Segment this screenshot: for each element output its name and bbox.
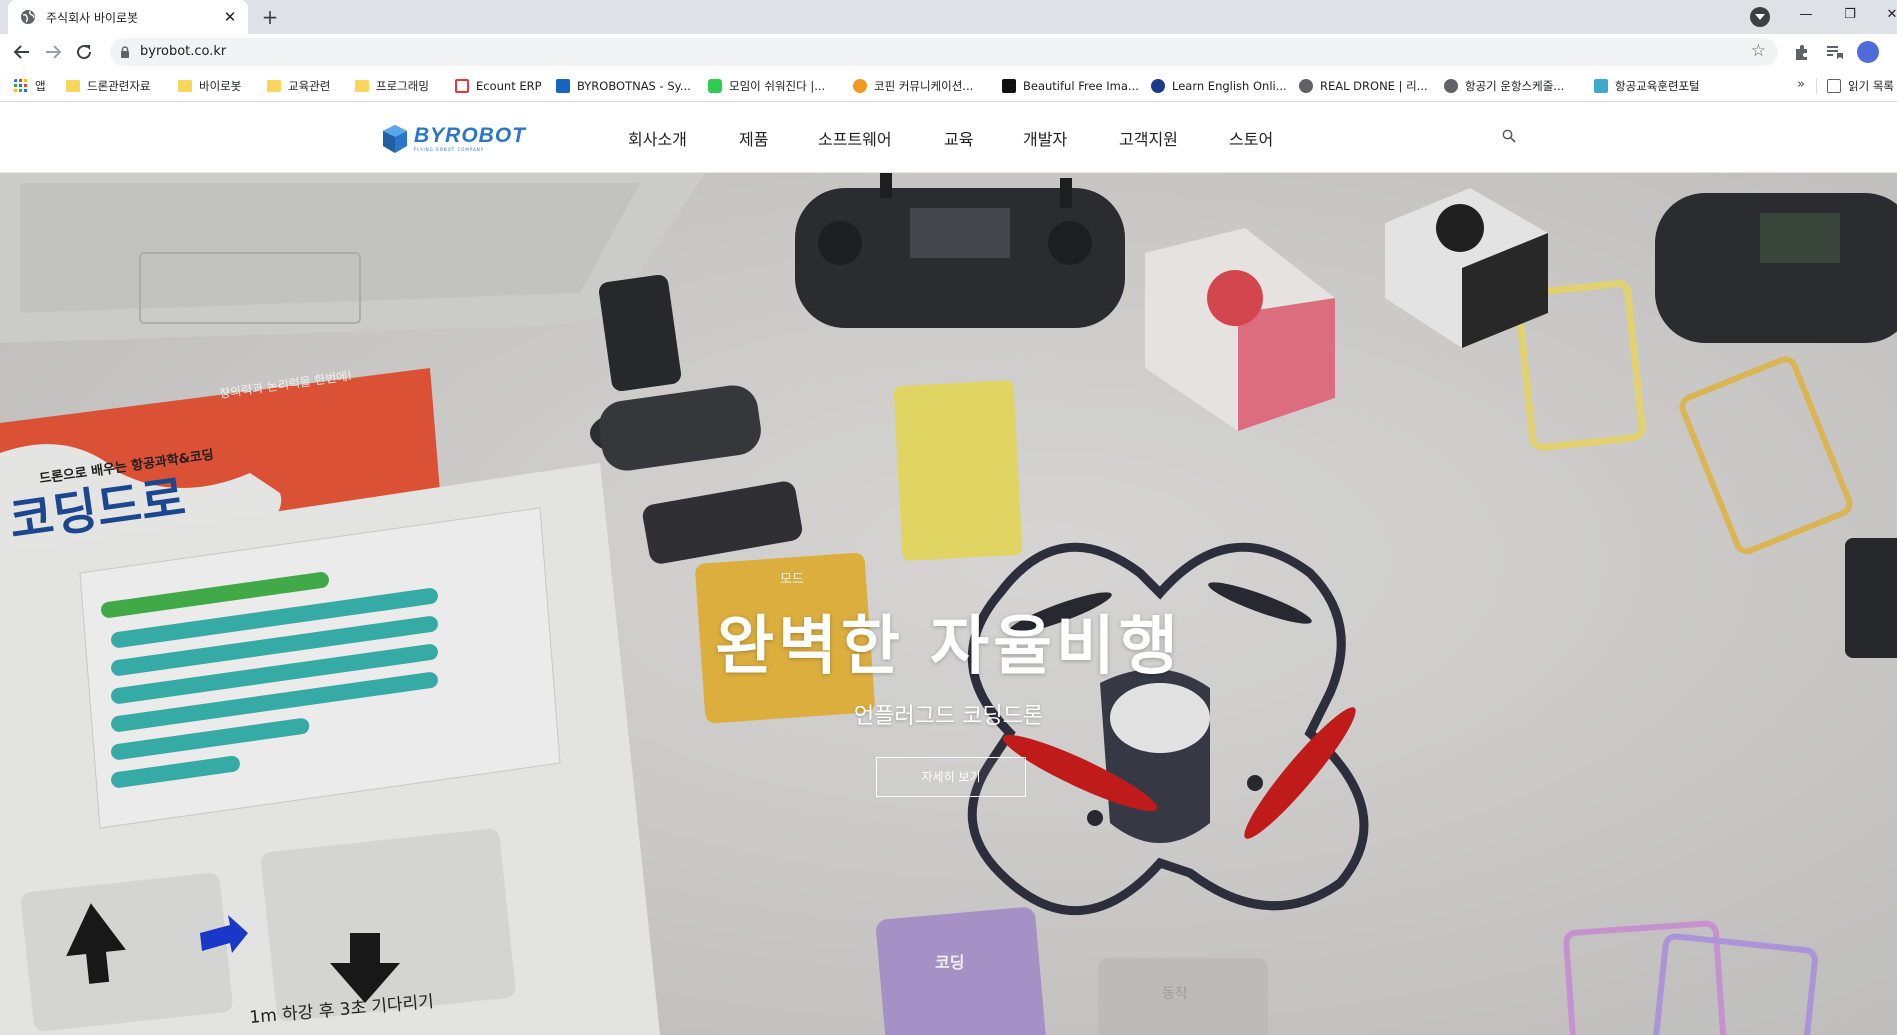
nav-products[interactable]: 제품 <box>739 126 768 150</box>
korean-site-icon <box>853 79 867 93</box>
plane-icon <box>1594 79 1608 93</box>
learn-more-button[interactable]: 자세히 보기 <box>876 757 1026 797</box>
more-bookmarks-icon[interactable]: » <box>1797 77 1805 92</box>
byrobot-logo[interactable]: BYROBOT FLYING ROBOT COMPANY <box>382 124 526 154</box>
back-icon[interactable] <box>10 40 34 64</box>
hero-title: 완벽한 자율비행 <box>715 610 1182 684</box>
site-header: BYROBOT FLYING ROBOT COMPANY 회사소개 제품 소프트… <box>0 102 1897 173</box>
bookmark-apps[interactable]: 앱 <box>14 77 46 95</box>
bookmark-folder-byrobot[interactable]: 바이로봇 <box>178 77 241 95</box>
logo-cube-icon <box>383 125 407 153</box>
nav-company[interactable]: 회사소개 <box>628 126 687 150</box>
bookmarks-divider <box>1816 78 1817 94</box>
bookmark-real-drone[interactable]: REAL DRONE | 리... <box>1299 77 1428 95</box>
bookmark-learn-english[interactable]: Learn English Onli... <box>1151 77 1287 95</box>
globe-icon <box>1444 79 1458 93</box>
globe-favicon-icon <box>21 10 35 24</box>
url-text: byrobot.co.kr <box>140 44 227 59</box>
bookmark-byrobotnas[interactable]: BYROBOTNAS - Sy... <box>556 77 691 95</box>
logo-wordmark: BYROBOT <box>414 124 526 147</box>
browser-toolbar: byrobot.co.kr ☆ <box>0 34 1897 70</box>
tab-title: 주식회사 바이로봇 <box>46 10 139 25</box>
dsm-icon <box>556 79 570 93</box>
band-icon <box>708 79 722 93</box>
bookmark-label: Learn English Onli... <box>1172 79 1287 93</box>
browser-tab-strip: 주식회사 바이로봇 ✕ + — ❐ ✕ <box>0 0 1897 34</box>
bookmark-kopin[interactable]: 코핀 커뮤니케이션... <box>853 77 973 95</box>
bookmark-label: REAL DRONE | 리... <box>1320 79 1428 93</box>
bookmark-label: Beautiful Free Ima... <box>1023 79 1139 93</box>
folder-icon <box>178 80 192 92</box>
bookmark-unsplash[interactable]: Beautiful Free Ima... <box>1002 77 1139 95</box>
bookmark-label: 항공기 운항스케줄... <box>1465 79 1565 93</box>
logo-tagline: FLYING ROBOT COMPANY <box>414 147 485 152</box>
extensions-icon[interactable] <box>1792 42 1812 62</box>
profile-avatar[interactable] <box>1857 41 1879 63</box>
bookmark-label: Ecount ERP <box>476 79 542 93</box>
ecount-icon <box>455 79 469 93</box>
bookmark-label: 모임이 쉬워진다 |... <box>729 79 826 93</box>
tab-close-icon[interactable]: ✕ <box>222 9 238 25</box>
folder-icon <box>267 80 281 92</box>
reload-icon[interactable] <box>72 40 96 64</box>
globe-icon <box>1299 79 1313 93</box>
hero-banner: 코딩드로 드론으로 배우는 항공과학&코딩 창의력과 논리력을 한번에! 1m … <box>0 173 1897 1035</box>
bookmark-label: 바이로봇 <box>199 79 242 93</box>
nav-store[interactable]: 스토어 <box>1229 126 1273 150</box>
nav-support[interactable]: 고객지원 <box>1119 126 1178 150</box>
reading-list-label: 읽기 목록 <box>1848 79 1894 93</box>
folder-icon <box>66 80 80 92</box>
bookmark-label: 앱 <box>35 79 46 93</box>
bookmark-folder-drone[interactable]: 드론관련자료 <box>66 77 150 95</box>
minimize-icon[interactable]: — <box>1786 0 1826 30</box>
nav-software[interactable]: 소프트웨어 <box>818 126 892 150</box>
bookmark-flight-schedule[interactable]: 항공기 운항스케줄... <box>1444 77 1564 95</box>
close-window-icon[interactable]: ✕ <box>1872 0 1897 30</box>
search-icon[interactable] <box>1502 129 1516 143</box>
bookmark-aviation-portal[interactable]: 항공교육훈련포털 <box>1594 77 1700 95</box>
new-tab-icon[interactable]: + <box>258 5 282 29</box>
lock-icon <box>121 46 129 58</box>
unsplash-icon <box>1002 79 1016 93</box>
bookmark-label: 코핀 커뮤니케이션... <box>874 79 974 93</box>
nav-developer[interactable]: 개발자 <box>1023 126 1067 150</box>
bookmarks-bar: 앱 드론관련자료 바이로봇 교육관련 프로그래밍 Ecount ERP BYRO… <box>0 70 1897 102</box>
restore-icon[interactable]: ❐ <box>1830 0 1870 30</box>
globe-blue-icon <box>1151 79 1165 93</box>
bookmark-label: 항공교육훈련포털 <box>1615 79 1700 93</box>
forward-icon[interactable] <box>41 40 65 64</box>
bookmark-label: 교육관련 <box>288 79 331 93</box>
bookmark-folder-education[interactable]: 교육관련 <box>267 77 330 95</box>
bookmark-folder-programming[interactable]: 프로그래밍 <box>355 77 429 95</box>
bookmark-band[interactable]: 모임이 쉬워진다 |... <box>708 77 825 95</box>
tab-search-icon[interactable] <box>1750 7 1770 27</box>
reading-list-icon[interactable] <box>1824 42 1844 62</box>
reading-list-icon <box>1827 79 1841 93</box>
bookmark-label: BYROBOTNAS - Sy... <box>577 79 691 93</box>
bookmark-label: 드론관련자료 <box>87 79 151 93</box>
bookmark-ecount[interactable]: Ecount ERP <box>455 77 542 95</box>
folder-icon <box>355 80 369 92</box>
bookmark-star-icon[interactable]: ☆ <box>1751 41 1766 61</box>
bookmark-label: 프로그래밍 <box>376 79 429 93</box>
apps-grid-icon <box>14 79 27 92</box>
hero-subtitle: 언플러그드 코딩드론 <box>853 704 1044 729</box>
nav-education[interactable]: 교육 <box>944 126 973 150</box>
reading-list-button[interactable]: 읽기 목록 <box>1827 77 1894 95</box>
address-bar[interactable]: byrobot.co.kr ☆ <box>110 38 1778 66</box>
browser-tab[interactable]: 주식회사 바이로봇 ✕ <box>8 0 248 34</box>
